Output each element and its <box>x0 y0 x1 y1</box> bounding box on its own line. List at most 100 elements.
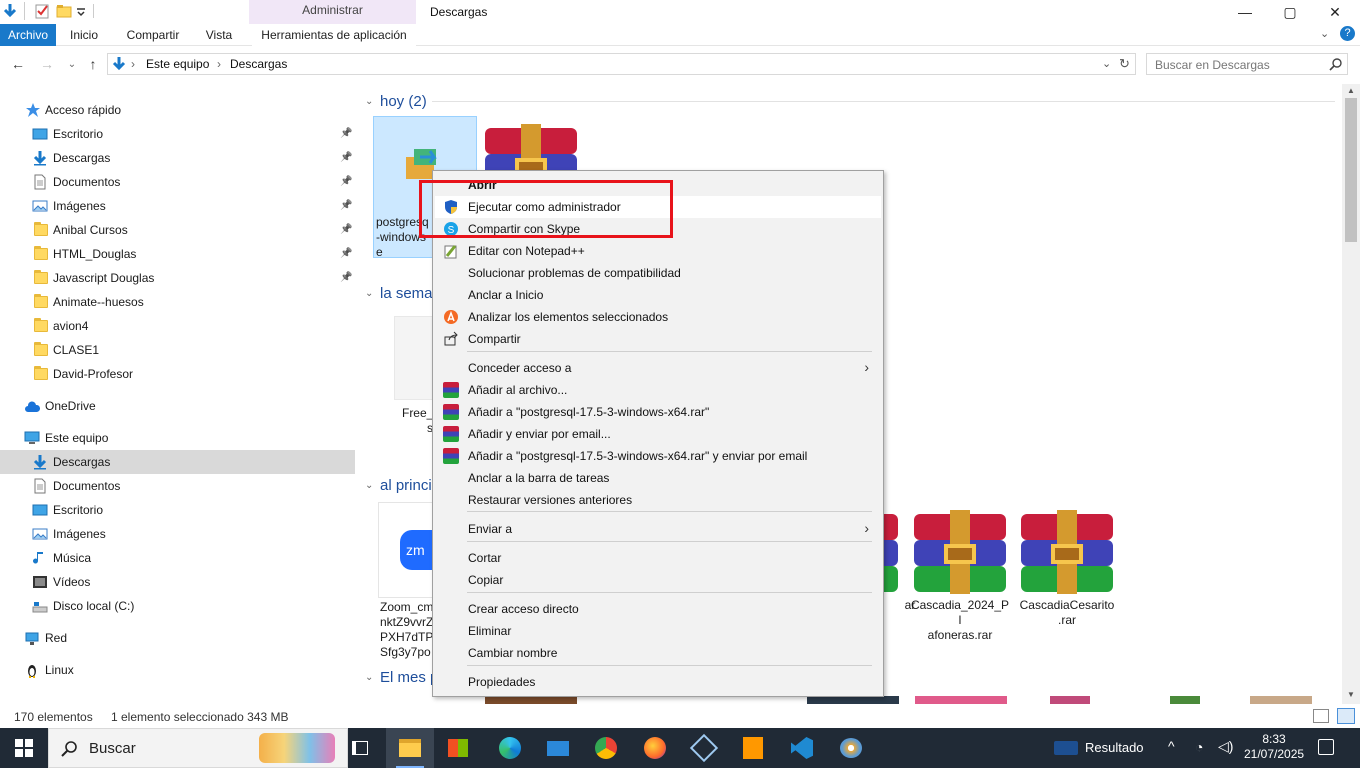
ribbon-expand-chevron-icon[interactable]: ⌄ <box>1320 27 1329 40</box>
menu-item-analizar-los-elementos-seleccionados[interactable]: Analizar los elementos seleccionados <box>435 306 881 328</box>
nav-item-clase1[interactable]: CLASE1 <box>0 338 355 362</box>
search-icon[interactable] <box>1329 57 1343 71</box>
start-button[interactable] <box>0 728 48 768</box>
taskbar-firefox-button[interactable] <box>631 728 679 768</box>
nav-item-escritorio[interactable]: Escritorio 📌 <box>0 122 355 146</box>
nav-pc-documentos[interactable]: Documentos <box>0 474 355 498</box>
vertical-scrollbar[interactable]: ▲ ▼ <box>1342 84 1360 704</box>
menu-item-cambiar-nombre[interactable]: Cambiar nombre <box>435 642 881 664</box>
wifi-icon[interactable]: ◔ <box>1195 739 1203 755</box>
breadcrumb-este-equipo[interactable]: Este equipo <box>146 57 209 71</box>
forward-arrow-icon[interactable]: → <box>38 54 56 74</box>
menu-item-enviar-a[interactable]: Enviar a › <box>435 518 881 540</box>
help-icon[interactable]: ? <box>1340 26 1355 41</box>
breadcrumb-separator-icon[interactable]: › <box>131 57 135 71</box>
file-cascadia-cesarito[interactable]: CascadiaCesarito .rar <box>1015 502 1119 644</box>
tab-inicio[interactable]: Inicio <box>58 24 110 46</box>
nav-linux[interactable]: Linux <box>0 658 355 682</box>
tab-archivo[interactable]: Archivo <box>0 24 56 46</box>
nav-quick-access[interactable]: Acceso rápido <box>0 98 355 122</box>
tab-herramientas-aplicacion[interactable]: Herramientas de aplicación <box>252 24 416 46</box>
pin-icon[interactable]: 📌 <box>340 152 352 163</box>
nav-item-avion4[interactable]: avion4 <box>0 314 355 338</box>
properties-check-icon[interactable] <box>34 3 50 19</box>
notifications-icon[interactable] <box>1318 739 1334 755</box>
menu-item-propiedades[interactable]: Propiedades <box>435 671 881 693</box>
maximize-button[interactable]: ▢ <box>1267 0 1313 24</box>
menu-item-solucionar-problemas-de-compatibilidad[interactable]: Solucionar problemas de compatibilidad <box>435 262 881 284</box>
up-arrow-icon[interactable]: ↑ <box>84 54 102 74</box>
collapse-chevron-icon[interactable]: ⌄ <box>365 480 373 491</box>
menu-item-conceder-acceso-a[interactable]: Conceder acceso a › <box>435 357 881 379</box>
pin-icon[interactable]: 📌 <box>340 248 352 259</box>
taskbar-search-input[interactable]: Buscar <box>48 728 348 768</box>
taskbar-task-view-button[interactable] <box>336 728 384 768</box>
menu-item-copiar[interactable]: Copiar <box>435 569 881 591</box>
qa-customize-chevron-icon[interactable] <box>76 3 86 19</box>
taskbar-paint-button[interactable] <box>827 728 875 768</box>
taskbar-vscode-button[interactable] <box>778 728 826 768</box>
menu-item-editar-con-notepad[interactable]: Editar con Notepad++ <box>435 240 881 262</box>
address-bar[interactable]: › Este equipo › Descargas ⌄ ↻ <box>107 53 1136 75</box>
menu-item-anclar-a-inicio[interactable]: Anclar a Inicio <box>435 284 881 306</box>
large-icons-view-icon[interactable] <box>1337 708 1355 724</box>
new-folder-icon[interactable] <box>56 3 72 19</box>
taskbar-store-button[interactable] <box>434 728 482 768</box>
nav-item-html-douglas[interactable]: HTML_Douglas 📌 <box>0 242 355 266</box>
clock[interactable]: 8:33 21/07/2025 <box>1244 732 1304 762</box>
tab-compartir[interactable]: Compartir <box>117 24 189 46</box>
recent-locations-chevron-icon[interactable]: ⌄ <box>63 54 81 74</box>
menu-item-anclar-a-la-barra-de-tareas[interactable]: Anclar a la barra de tareas <box>435 467 881 489</box>
collapse-chevron-icon[interactable]: ⌄ <box>365 96 373 107</box>
scroll-up-arrow-icon[interactable]: ▲ <box>1347 86 1355 95</box>
breadcrumb-descargas[interactable]: Descargas <box>230 57 287 71</box>
menu-item-compartir[interactable]: Compartir <box>435 328 881 350</box>
pin-icon[interactable]: 📌 <box>340 128 352 139</box>
nav-pc-escritorio[interactable]: Escritorio <box>0 498 355 522</box>
menu-item-crear-acceso-directo[interactable]: Crear acceso directo <box>435 598 881 620</box>
nav-pc-vídeos[interactable]: Vídeos <box>0 570 355 594</box>
tab-vista[interactable]: Vista <box>196 24 242 46</box>
scroll-down-arrow-icon[interactable]: ▼ <box>1347 690 1355 699</box>
menu-item-eliminar[interactable]: Eliminar <box>435 620 881 642</box>
details-view-icon[interactable] <box>1313 709 1329 723</box>
breadcrumb-separator-icon[interactable]: › <box>217 57 221 71</box>
nav-pc-descargas[interactable]: Descargas <box>0 450 355 474</box>
taskbar-virtualbox-button[interactable] <box>680 728 728 768</box>
menu-item-a-adir-a-postgresql-17-5-3-windows-x64-r[interactable]: Añadir a "postgresql-17.5-3-windows-x64.… <box>435 445 881 467</box>
nav-item-anibal-cursos[interactable]: Anibal Cursos 📌 <box>0 218 355 242</box>
pin-icon[interactable]: 📌 <box>340 272 352 283</box>
minimize-button[interactable]: — <box>1222 0 1268 24</box>
file-cascadia-2024[interactable]: Cascadia_2024_Pl afoneras.rar <box>908 502 1012 644</box>
taskbar-chrome-button[interactable] <box>582 728 630 768</box>
close-button[interactable]: ✕ <box>1312 0 1358 24</box>
scrollbar-thumb[interactable] <box>1345 98 1357 242</box>
menu-item-restaurar-versiones-anteriores[interactable]: Restaurar versiones anteriores <box>435 489 881 511</box>
taskbar-edge-button[interactable] <box>486 728 534 768</box>
menu-item-cortar[interactable]: Cortar <box>435 547 881 569</box>
weather-widget[interactable]: Resultado <box>1052 728 1152 768</box>
nav-pc-imágenes[interactable]: Imágenes <box>0 522 355 546</box>
refresh-icon[interactable]: ↻ <box>1119 56 1130 72</box>
back-arrow-icon[interactable]: ← <box>9 54 27 74</box>
taskbar-sublime-button[interactable] <box>729 728 777 768</box>
nav-red[interactable]: Red <box>0 626 355 650</box>
nav-item-david-profesor[interactable]: David-Profesor <box>0 362 355 386</box>
pin-icon[interactable]: 📌 <box>340 176 352 187</box>
nav-item-javascript-douglas[interactable]: Javascript Douglas 📌 <box>0 266 355 290</box>
taskbar-file-explorer-button[interactable] <box>386 728 434 768</box>
menu-item-a-adir-a-postgresql-17-5-3-windows-x64-r[interactable]: Añadir a "postgresql-17.5-3-windows-x64.… <box>435 401 881 423</box>
nav-item-animate-huesos[interactable]: Animate--huesos <box>0 290 355 314</box>
pin-icon[interactable]: 📌 <box>340 200 352 211</box>
address-dropdown-chevron-icon[interactable]: ⌄ <box>1102 57 1111 70</box>
show-hidden-icons-chevron-icon[interactable]: ^ <box>1168 738 1175 754</box>
nav-pc-música[interactable]: Música <box>0 546 355 570</box>
search-input[interactable]: Buscar en Descargas <box>1146 53 1348 75</box>
collapse-chevron-icon[interactable]: ⌄ <box>365 672 373 683</box>
nav-item-imágenes[interactable]: Imágenes 📌 <box>0 194 355 218</box>
taskbar-mail-button[interactable] <box>534 728 582 768</box>
menu-item-a-adir-y-enviar-por-email[interactable]: Añadir y enviar por email... <box>435 423 881 445</box>
nav-item-descargas[interactable]: Descargas 📌 <box>0 146 355 170</box>
pin-icon[interactable]: 📌 <box>340 224 352 235</box>
volume-icon[interactable]: ◁) <box>1218 738 1233 755</box>
